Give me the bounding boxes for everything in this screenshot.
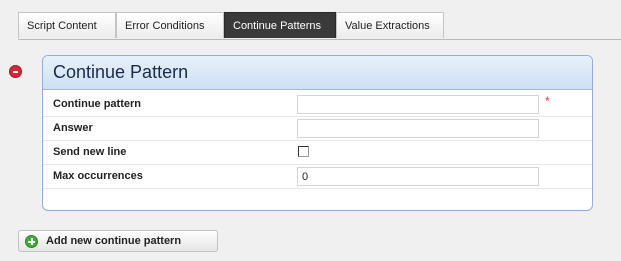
max-occurrences-row: Max occurrences	[43, 165, 592, 189]
send-new-line-row: Send new line	[43, 141, 592, 165]
send-new-line-label: Send new line	[53, 146, 127, 158]
continue-pattern-panel: Continue Pattern Continue pattern * Answ…	[42, 55, 593, 211]
add-circle-icon	[25, 235, 38, 248]
tab-value-extractions[interactable]: Value Extractions	[336, 12, 444, 38]
remove-circle-icon[interactable]	[9, 65, 22, 78]
add-button-label: Add new continue pattern	[46, 235, 182, 247]
max-occurrences-label: Max occurrences	[53, 170, 143, 182]
add-continue-pattern-button[interactable]: Add new continue pattern	[18, 230, 218, 252]
send-new-line-checkbox[interactable]	[298, 146, 309, 157]
tab-continue-patterns[interactable]: Continue Patterns	[224, 12, 336, 38]
answer-label: Answer	[53, 122, 93, 134]
required-icon: *	[545, 94, 550, 108]
continue-pattern-row: Continue pattern *	[43, 93, 592, 117]
continue-pattern-label: Continue pattern	[53, 98, 141, 110]
answer-row: Answer	[43, 117, 592, 141]
answer-input[interactable]	[297, 119, 539, 138]
max-occurrences-input[interactable]	[297, 167, 539, 186]
panel-title: Continue Pattern	[43, 56, 592, 90]
tab-bar: Script Content Error Conditions Continue…	[18, 12, 621, 40]
continue-pattern-input[interactable]	[297, 95, 539, 114]
tab-script-content[interactable]: Script Content	[18, 12, 116, 38]
tab-error-conditions[interactable]: Error Conditions	[116, 12, 224, 38]
